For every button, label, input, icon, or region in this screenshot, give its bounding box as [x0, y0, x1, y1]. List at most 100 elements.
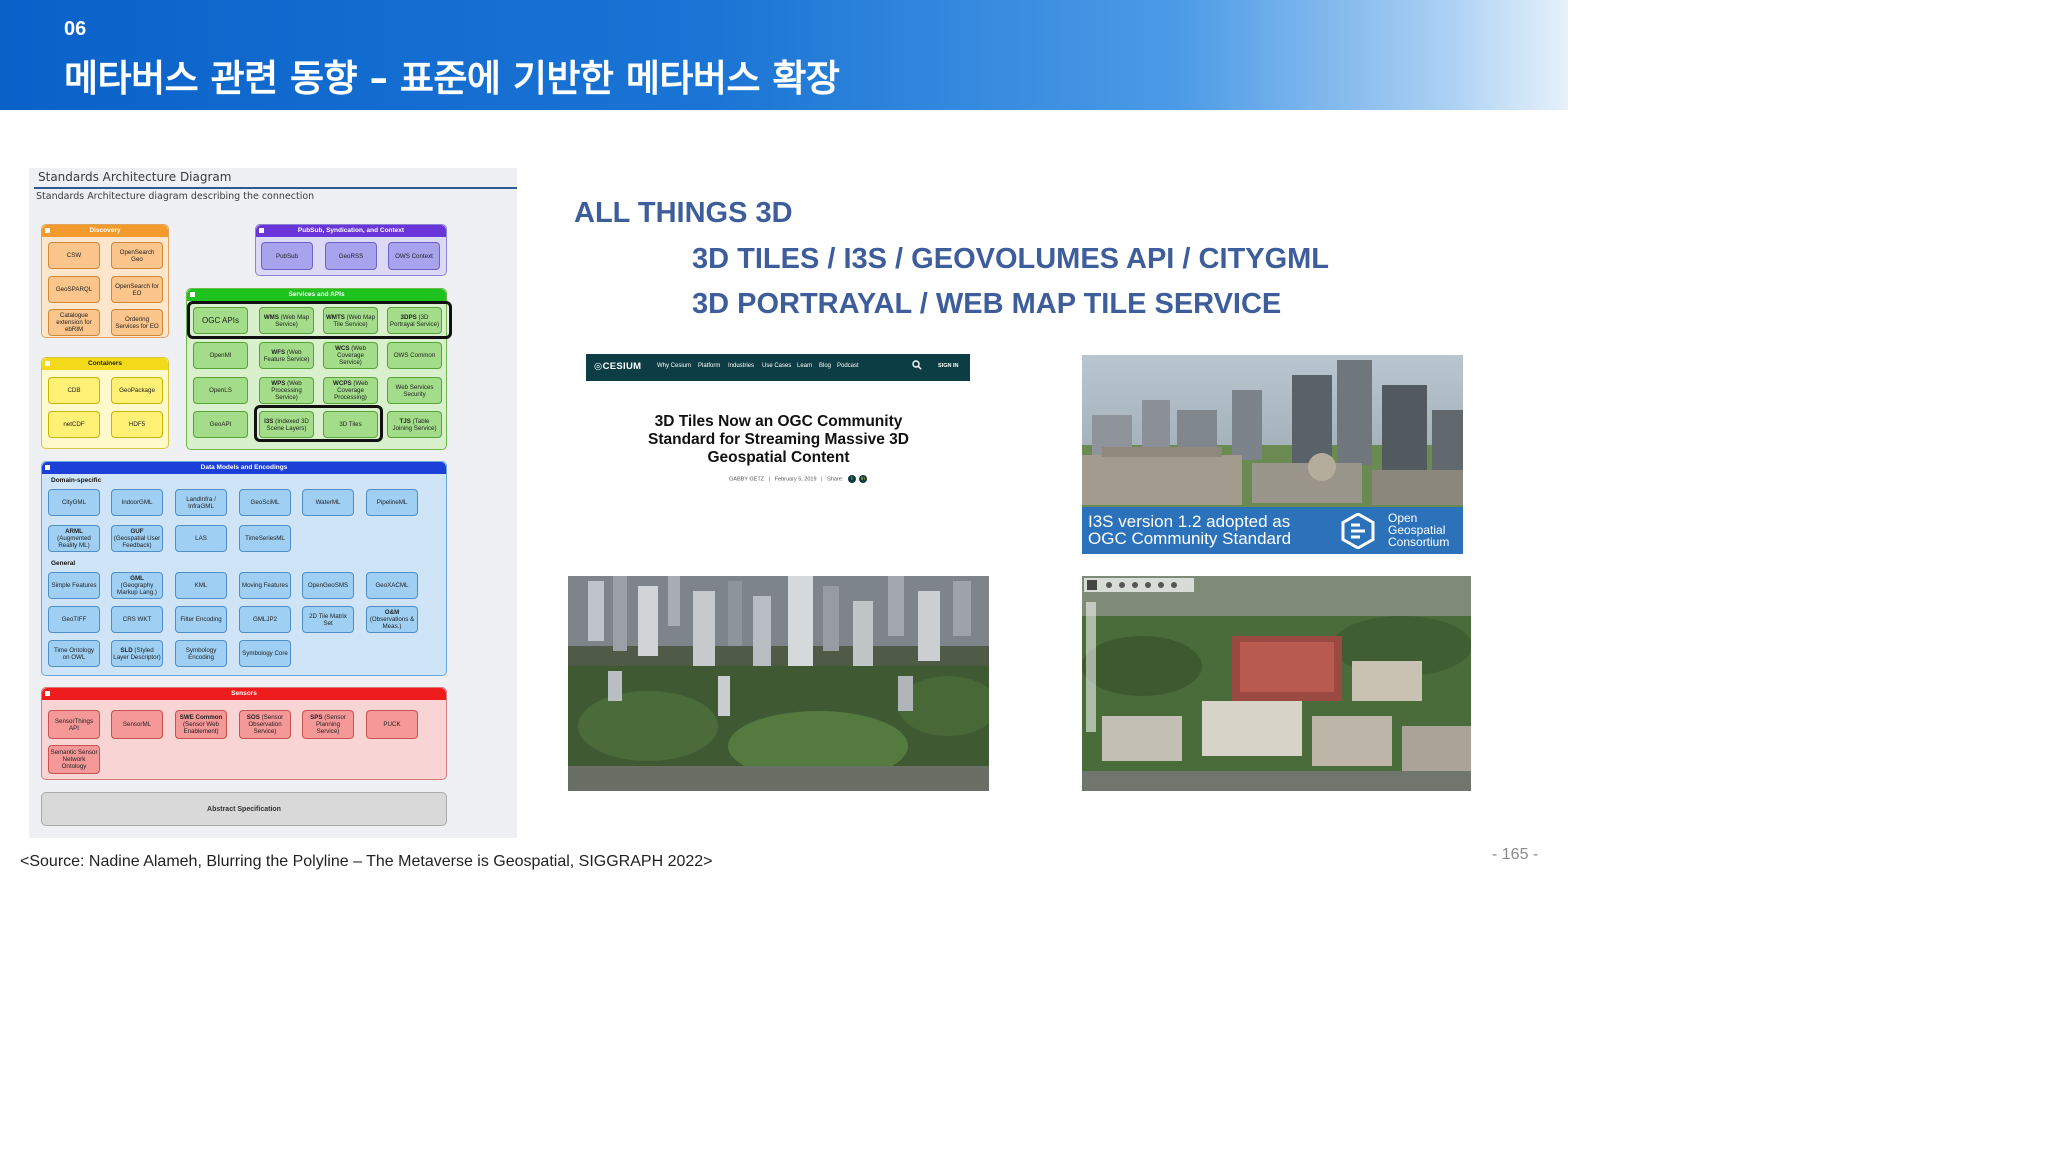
cesium-logo: ◎CESIUM	[594, 361, 642, 372]
standard-sld-abbr: SLD	[120, 646, 133, 654]
standard-las-label: LAS	[195, 535, 207, 542]
standard-guf-text: GUF (Geospatial User Feedback)	[113, 528, 161, 549]
standard-landinfra-label: LandInfra / InfraGML	[186, 495, 216, 510]
standard-filter-encoding: Filter Encoding	[175, 606, 227, 633]
standard-time-ontology: Time Ontology on OWL	[48, 640, 100, 667]
standard-om-text: O&M (Observations & Meas.)	[368, 609, 416, 630]
cesium-nav-learn[interactable]: Learn	[797, 363, 812, 369]
standard-openmi-label: OpenMI	[209, 352, 232, 359]
linkedin-icon[interactable]: in	[858, 475, 867, 483]
standard-sld-text: SLD (Styled Layer Descriptor)	[113, 647, 161, 661]
standard-geoxacml-label: GeoXACML	[375, 582, 409, 589]
ogc-organization-name: Open Geospatial Consortium	[1388, 512, 1449, 548]
standard-ordering-eo: Ordering Services for EO	[111, 309, 163, 336]
source-citation: <Source: Nadine Alameh, Blurring the Pol…	[20, 853, 713, 870]
cesium-nav-podcast[interactable]: Podcast	[837, 363, 859, 369]
standard-arml-full: (Augmented Reality ML)	[57, 535, 91, 549]
standard-ows-context-label: OWS Context	[395, 252, 433, 260]
highlight-3d-streaming	[254, 405, 383, 442]
standard-gml-text: GML (Geography Markup Lang.)	[113, 575, 161, 596]
standard-sps-text: SPS (Sensor Planning Service)	[304, 714, 352, 735]
cesium-date: February 5, 2019	[774, 476, 817, 483]
standard-sps: SPS (Sensor Planning Service)	[302, 710, 354, 739]
standard-symbology-core: Symbology Core	[239, 640, 291, 667]
group-containers-label: Containers	[88, 360, 122, 367]
standard-pipelineml: PipelineML	[366, 489, 418, 516]
standard-netcdf: netCDF	[48, 411, 100, 438]
standard-geoapi-label: GeoAPI	[209, 421, 232, 428]
standard-sos: SOS (Sensor Observation Service)	[239, 710, 291, 739]
standard-gml-abbr: GML	[130, 575, 144, 582]
standard-ordering-eo-label: Ordering Services for EO	[115, 315, 159, 330]
cesium-share-label: Share:	[827, 476, 844, 483]
standard-puck-label: PUCK	[383, 721, 401, 728]
group-containers-header: Containers	[42, 358, 168, 370]
standard-geotiff: GeoTIFF	[48, 606, 100, 633]
sublabel-general: General	[51, 560, 76, 567]
standard-gml: GML (Geography Markup Lang.)	[111, 572, 163, 599]
standard-2d-tile-matrix-set-label: 2D Tile Matrix Set	[309, 612, 347, 627]
cesium-nav-blog[interactable]: Blog	[819, 363, 831, 369]
3d-campus-image	[1082, 576, 1471, 791]
standard-puck: PUCK	[366, 710, 418, 739]
standard-openmi: OpenMI	[193, 342, 248, 369]
group-abstract-specification: Abstract Specification	[41, 792, 447, 826]
standard-geopackage: GeoPackage	[111, 377, 163, 404]
abstract-specification-label: Abstract Specification	[207, 805, 281, 813]
standard-gmljp2-label: GMLJP2	[252, 616, 278, 623]
standard-tjs-abbr: TJS	[399, 417, 411, 425]
standard-csw-label: CSW	[66, 252, 82, 259]
twitter-icon[interactable]: t	[847, 475, 856, 483]
standard-cdb-label: CDB	[67, 387, 81, 394]
standard-gmljp2: GMLJP2	[239, 606, 291, 633]
standard-opensearch-eo: OpenSearch for EO	[111, 276, 163, 303]
standard-tjs: TJS (Table Joining Service)	[387, 411, 442, 438]
cesium-nav-use-cases[interactable]: Use Cases	[762, 363, 791, 369]
search-icon[interactable]	[912, 360, 922, 373]
standard-wps-text: WPS (Web Processing Service)	[261, 380, 312, 401]
standard-csw: CSW	[48, 242, 100, 269]
standard-pubsub: PubSub	[261, 242, 313, 270]
standard-guf-abbr: GUF	[130, 528, 144, 535]
standard-wps-abbr: WPS	[271, 380, 286, 387]
standard-sensorthings: SensorThings API	[48, 710, 100, 739]
standard-om: O&M (Observations & Meas.)	[366, 606, 418, 633]
slide-title: 메타버스 관련 동향 – 표준에 기반한 메타버스 확장	[64, 57, 840, 100]
group-pubsub: PubSub, Syndication, and Context PubSub …	[255, 224, 447, 276]
standard-guf: GUF (Geospatial User Feedback)	[111, 525, 163, 552]
standard-geoxacml: GeoXACML	[366, 572, 418, 599]
group-services-label: Services and APIs	[288, 291, 345, 298]
standard-timeseriesml-label: TimeSeriesML	[245, 535, 285, 542]
group-sensors: Sensors SensorThings API SensorML SWE Co…	[41, 687, 447, 780]
standard-indoorgml: IndoorGML	[111, 489, 163, 516]
cesium-logo-text: CESIUM	[602, 361, 642, 372]
standard-sld: SLD (Styled Layer Descriptor)	[111, 640, 163, 667]
standard-wcs-text: WCS (Web Coverage Service)	[325, 345, 376, 366]
standard-wfs: WFS (Web Feature Service)	[259, 342, 314, 369]
slide: 06 메타버스 관련 동향 – 표준에 기반한 메타버스 확장 Standard…	[0, 0, 1568, 881]
standard-sos-text: SOS (Sensor Observation Service)	[241, 714, 289, 735]
standard-sensorml-label: SensorML	[122, 721, 152, 728]
cesium-headline-line3: Geospatial Content	[707, 449, 850, 466]
standard-wcs-abbr: WCS	[335, 345, 350, 352]
standard-geosciml: GeoSciML	[239, 489, 291, 516]
standard-geopackage-label: GeoPackage	[119, 387, 155, 394]
heading-all-things-3d: ALL THINGS 3D	[574, 197, 793, 229]
standard-ows-common: OWS Common	[387, 342, 442, 369]
standard-arml-text: ARML (Augmented Reality ML)	[50, 528, 98, 549]
standard-filter-encoding-label: Filter Encoding	[180, 616, 222, 623]
cesium-sign-in-link[interactable]: SIGN IN	[938, 363, 958, 369]
cesium-nav-platform[interactable]: Platform	[698, 363, 720, 369]
standard-web-services-security-label: Web Services Security	[395, 383, 434, 398]
standard-opensearch-geo: OpenSearch Geo	[111, 242, 163, 269]
standard-swe-common-full: (Sensor Web Enablement)	[183, 721, 219, 735]
standard-2d-tile-matrix-set: 2D Tile Matrix Set	[302, 606, 354, 633]
standard-citygml-label: CityGML	[61, 499, 87, 506]
cesium-article-screenshot: ◎CESIUM Why Cesium Platform Industries U…	[586, 354, 970, 494]
standard-las: LAS	[175, 525, 227, 552]
standard-opensearch-eo-label: OpenSearch for EO	[115, 282, 159, 297]
cesium-nav-why[interactable]: Why Cesium	[657, 363, 691, 369]
standard-pubsub-label: PubSub	[275, 252, 299, 260]
cesium-nav-industries[interactable]: Industries	[728, 363, 754, 369]
diagram-subtitle: Standards Architecture diagram describin…	[36, 191, 315, 202]
